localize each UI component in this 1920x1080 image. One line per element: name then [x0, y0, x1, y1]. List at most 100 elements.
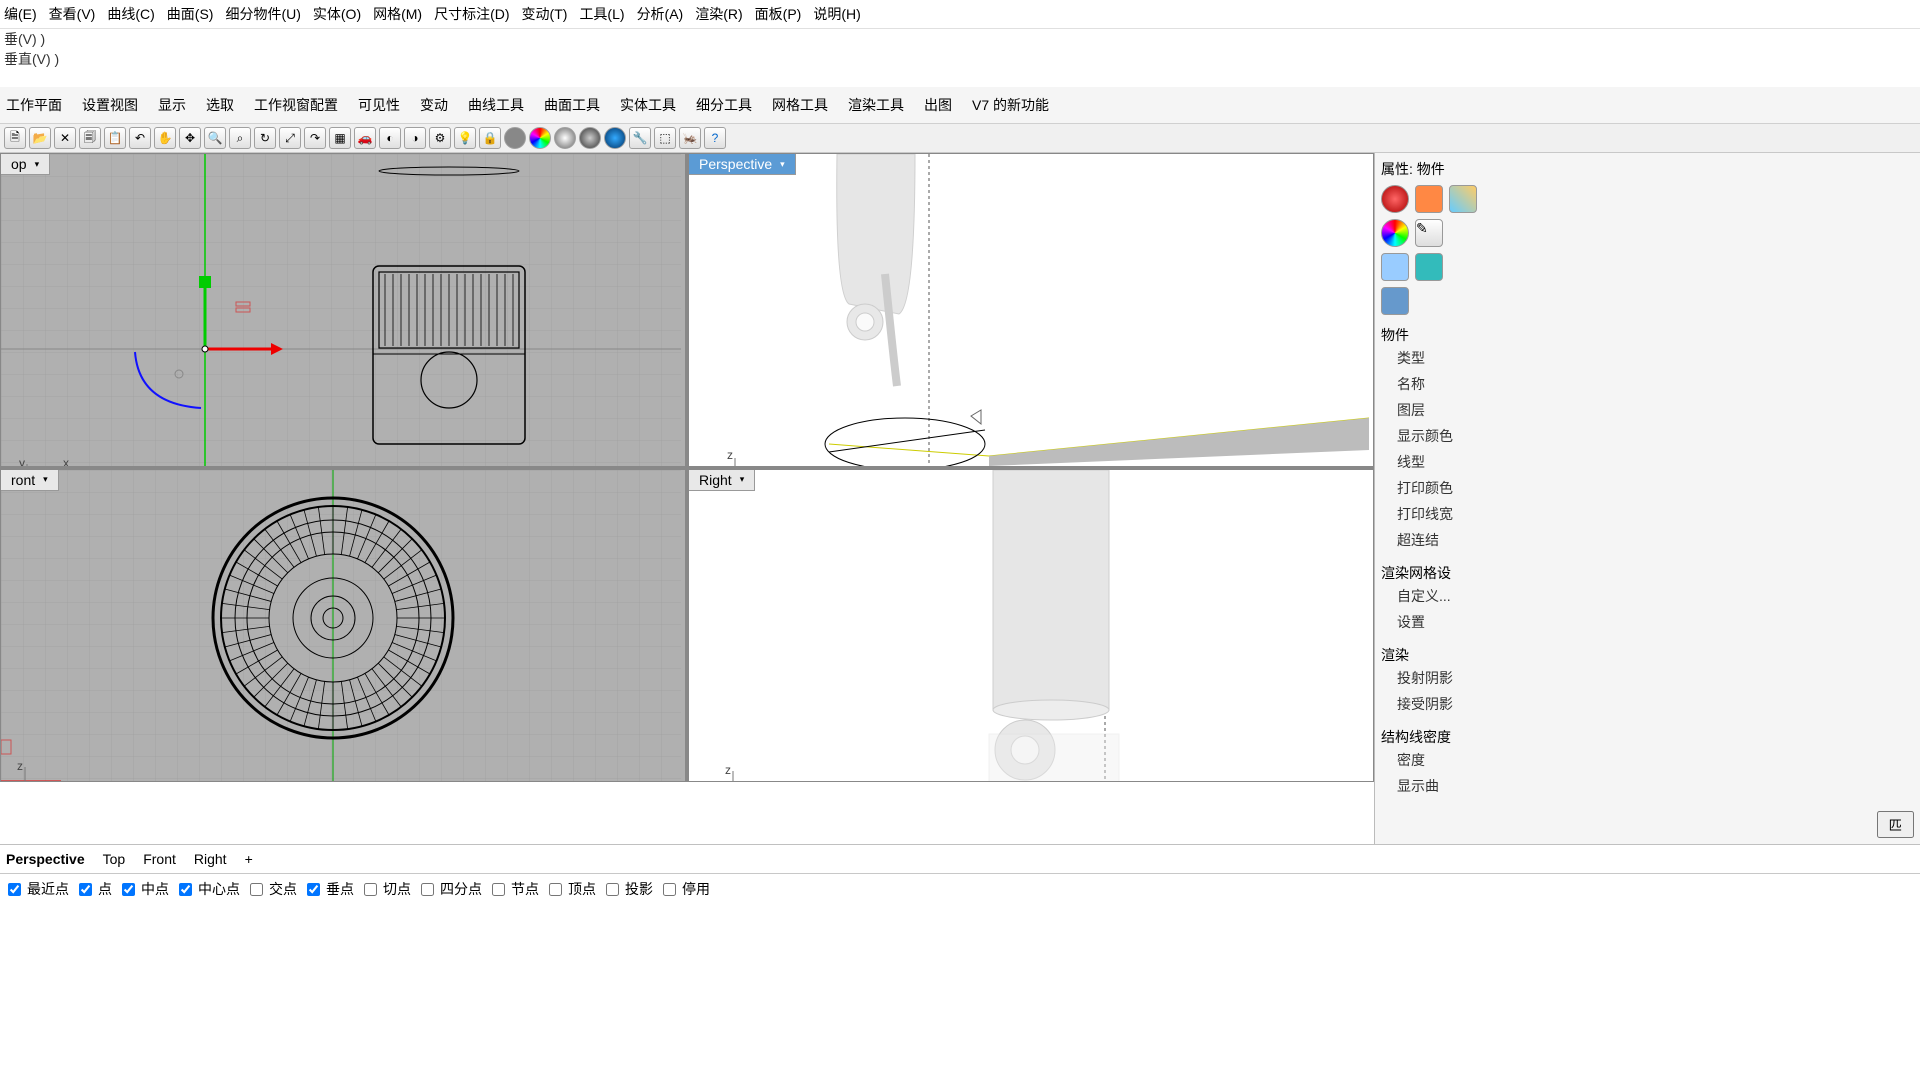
menu-item[interactable]: 尺寸标注(D) [434, 4, 509, 24]
undo-icon[interactable]: ↶ [129, 127, 151, 149]
menu-item[interactable]: 曲面(S) [167, 4, 214, 24]
toolbar-tab[interactable]: 渲染工具 [848, 95, 904, 115]
copy-icon[interactable]: 🗐 [79, 127, 101, 149]
osnap-节点[interactable]: 节点 [488, 879, 539, 899]
cut-icon[interactable]: ✕ [54, 127, 76, 149]
prop-cyl-icon[interactable] [1381, 287, 1409, 315]
prop-item[interactable]: 投射阴影 [1381, 665, 1914, 691]
viewport-top[interactable]: op y [1, 154, 685, 466]
layer-left-icon[interactable]: ◐ [379, 127, 401, 149]
toolbar-tab[interactable]: 细分工具 [696, 95, 752, 115]
prop-obj-icon[interactable] [1381, 185, 1409, 213]
osnap-顶点[interactable]: 顶点 [545, 879, 596, 899]
toolbar-tab[interactable]: 实体工具 [620, 95, 676, 115]
prop-item[interactable]: 显示颜色 [1381, 423, 1914, 449]
shade2-icon[interactable] [554, 127, 576, 149]
prop-item[interactable]: 接受阴影 [1381, 691, 1914, 717]
grasshopper-icon[interactable]: 🦗 [679, 127, 701, 149]
lock-icon[interactable]: 🔒 [479, 127, 501, 149]
prop-item[interactable]: 自定义... [1381, 583, 1914, 609]
menu-item[interactable]: 查看(V) [49, 4, 96, 24]
paste-icon[interactable]: 📋 [104, 127, 126, 149]
zoom-sel-icon[interactable]: ⤢ [279, 127, 301, 149]
menu-item[interactable]: 分析(A) [637, 4, 684, 24]
viewport-right[interactable]: Right z y [689, 470, 1373, 782]
toolbar-tab[interactable]: 网格工具 [772, 95, 828, 115]
osnap-投影[interactable]: 投影 [602, 879, 653, 899]
osnap-中心点[interactable]: 中心点 [175, 879, 240, 899]
shade3-icon[interactable] [579, 127, 601, 149]
filter-icon[interactable]: 🔧 [629, 127, 651, 149]
prop-brush-icon[interactable]: ✎ [1415, 219, 1443, 247]
construct-icon[interactable]: ⬚ [654, 127, 676, 149]
viewport-perspective[interactable]: Perspective z y x [689, 154, 1373, 466]
osnap-点[interactable]: 点 [75, 879, 112, 899]
osnap-最近点[interactable]: 最近点 [4, 879, 69, 899]
view-tab[interactable]: + [245, 851, 253, 867]
viewport-front-title[interactable]: ront [1, 470, 59, 491]
menu-item[interactable]: 面板(P) [755, 4, 802, 24]
osnap-切点[interactable]: 切点 [360, 879, 411, 899]
prop-item[interactable]: 显示曲 [1381, 773, 1914, 799]
new-icon[interactable]: 🗎 [4, 127, 26, 149]
view-tab[interactable]: Top [103, 851, 126, 867]
open-icon[interactable]: 📂 [29, 127, 51, 149]
prop-item[interactable]: 名称 [1381, 371, 1914, 397]
toolbar-tab[interactable]: 设置视图 [82, 95, 138, 115]
menu-item[interactable]: 曲线(C) [107, 4, 154, 24]
shade4-icon[interactable] [604, 127, 626, 149]
menu-item[interactable]: 变动(T) [522, 4, 568, 24]
view-tab[interactable]: Front [143, 851, 176, 867]
viewport-top-title[interactable]: op [1, 154, 50, 175]
shade1-icon[interactable] [504, 127, 526, 149]
osnap-垂点[interactable]: 垂点 [303, 879, 354, 899]
zoom-ext-icon[interactable]: ⌕ [229, 127, 251, 149]
menu-item[interactable]: 细分物件(U) [225, 4, 300, 24]
command-line[interactable] [0, 69, 1920, 87]
prop-color-icon[interactable] [1381, 219, 1409, 247]
rotate-view-icon[interactable]: ↻ [254, 127, 276, 149]
light-icon[interactable]: 💡 [454, 127, 476, 149]
prop-box-icon[interactable] [1381, 253, 1409, 281]
prop-item[interactable]: 超连结 [1381, 527, 1914, 553]
car-icon[interactable]: 🚗 [354, 127, 376, 149]
layer-props-icon[interactable]: ⚙ [429, 127, 451, 149]
viewport-persp-title[interactable]: Perspective [689, 154, 796, 175]
viewport-right-title[interactable]: Right [689, 470, 755, 491]
prop-item[interactable]: 线型 [1381, 449, 1914, 475]
prop-item[interactable]: 类型 [1381, 345, 1914, 371]
prop-tex-icon[interactable] [1449, 185, 1477, 213]
prop-item[interactable]: 打印线宽 [1381, 501, 1914, 527]
toolbar-tab[interactable]: 工作视窗配置 [254, 95, 338, 115]
prop-item[interactable]: 图层 [1381, 397, 1914, 423]
menu-item[interactable]: 编(E) [4, 4, 37, 24]
prop-item[interactable]: 设置 [1381, 609, 1914, 635]
redo-icon[interactable]: ↷ [304, 127, 326, 149]
toolbar-tab[interactable]: 可见性 [358, 95, 400, 115]
menu-item[interactable]: 说明(H) [813, 4, 860, 24]
zoom-icon[interactable]: 🔍 [204, 127, 226, 149]
prop-item[interactable]: 打印颜色 [1381, 475, 1914, 501]
osnap-中点[interactable]: 中点 [118, 879, 169, 899]
menu-item[interactable]: 工具(L) [579, 4, 624, 24]
menu-item[interactable]: 渲染(R) [695, 4, 742, 24]
toolbar-tab[interactable]: 变动 [420, 95, 448, 115]
grid-icon[interactable]: ▦ [329, 127, 351, 149]
help-icon[interactable]: ? [704, 127, 726, 149]
toolbar-tab[interactable]: 曲线工具 [468, 95, 524, 115]
toolbar-tab[interactable]: 出图 [924, 95, 952, 115]
menu-item[interactable]: 实体(O) [313, 4, 361, 24]
view-tab[interactable]: Right [194, 851, 227, 867]
match-button[interactable]: 匹 [1877, 811, 1914, 838]
move-icon[interactable]: ✥ [179, 127, 201, 149]
view-tab[interactable]: Perspective [6, 851, 85, 867]
toolbar-tab[interactable]: 显示 [158, 95, 186, 115]
shade-color-icon[interactable] [529, 127, 551, 149]
toolbar-tab[interactable]: 选取 [206, 95, 234, 115]
prop-item[interactable]: 密度 [1381, 747, 1914, 773]
pan-icon[interactable]: ✋ [154, 127, 176, 149]
prop-gem-icon[interactable] [1415, 253, 1443, 281]
toolbar-tab[interactable]: 曲面工具 [544, 95, 600, 115]
viewport-front[interactable]: ront z x [1, 470, 685, 782]
osnap-交点[interactable]: 交点 [246, 879, 297, 899]
